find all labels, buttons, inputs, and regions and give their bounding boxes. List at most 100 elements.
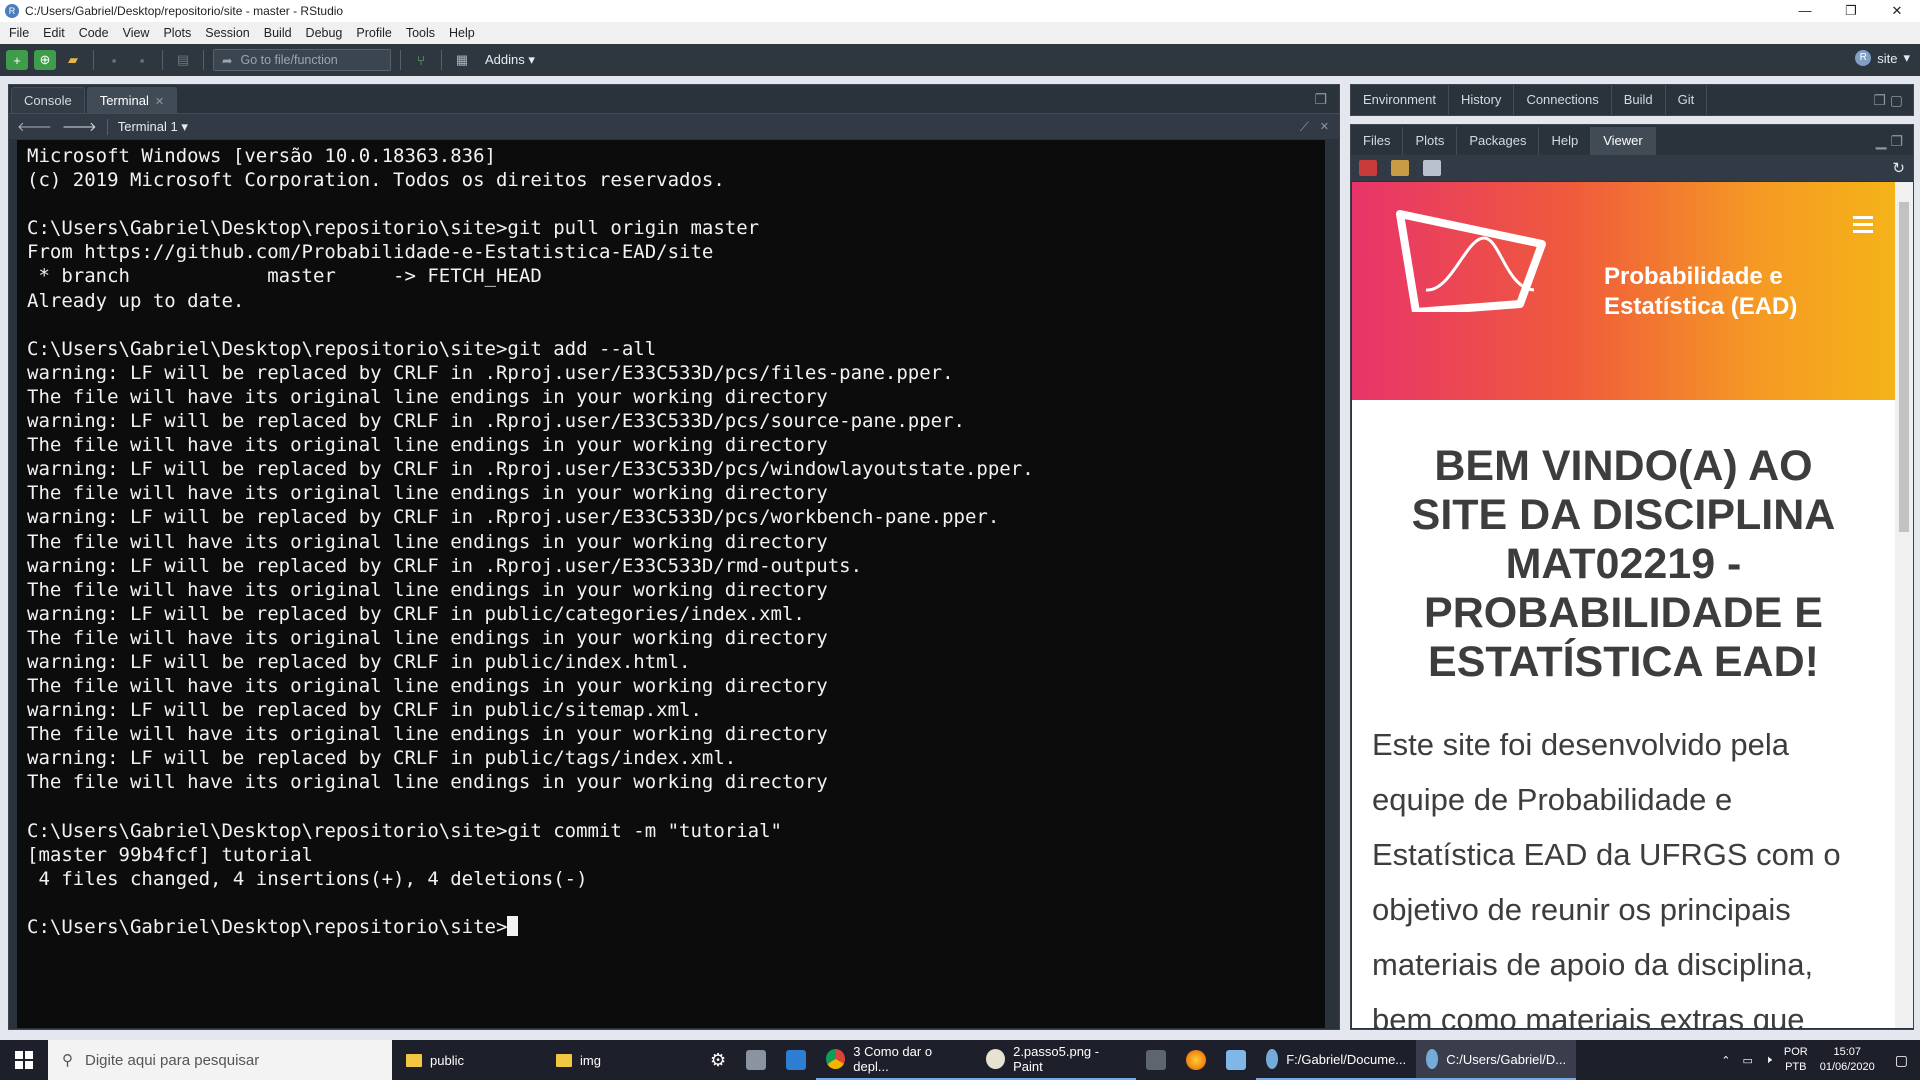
- taskbar-calculator[interactable]: [1136, 1040, 1176, 1080]
- terminal-line: The file will have its original line end…: [27, 675, 828, 698]
- notifications-icon[interactable]: ▢: [1895, 1052, 1908, 1069]
- title-bar: R C:/Users/Gabriel/Desktop/repositorio/s…: [0, 0, 1920, 22]
- taskbar-store[interactable]: [776, 1040, 816, 1080]
- scrollbar-thumb[interactable]: [1899, 202, 1909, 532]
- viewer-toolbar: ↻: [1351, 155, 1913, 181]
- save-icon[interactable]: ▪: [103, 50, 125, 70]
- tab-console[interactable]: Console: [11, 87, 85, 113]
- menu-build[interactable]: Build: [259, 26, 301, 40]
- taskbar-item-chrome[interactable]: 3 Como dar o depl...: [816, 1040, 977, 1080]
- windows-logo-icon: [15, 1051, 33, 1069]
- tab-help[interactable]: Help: [1539, 127, 1592, 155]
- maximize-button[interactable]: ❐: [1828, 0, 1874, 22]
- tab-build[interactable]: Build: [1611, 85, 1666, 115]
- addins-menu[interactable]: Addins ▾: [485, 52, 535, 68]
- taskbar-firefox[interactable]: [1176, 1040, 1216, 1080]
- start-button[interactable]: [0, 1040, 48, 1080]
- taskbar-settings[interactable]: ⚙: [700, 1040, 736, 1080]
- tab-environment[interactable]: Environment: [1351, 85, 1449, 115]
- menu-edit[interactable]: Edit: [38, 26, 74, 40]
- taskbar-search[interactable]: ⚲ Digite aqui para pesquisar: [48, 1040, 392, 1080]
- viewer-scrollbar[interactable]: [1895, 182, 1913, 1028]
- rstudio-icon: [1426, 1049, 1439, 1069]
- minimize-button[interactable]: —: [1782, 0, 1828, 22]
- search-placeholder: Digite aqui para pesquisar: [85, 1051, 260, 1069]
- project-label: site: [1877, 50, 1898, 66]
- terminal-output[interactable]: Microsoft Windows [versão 10.0.18363.836…: [17, 140, 1333, 1028]
- project-icon: R: [1855, 50, 1872, 66]
- menu-plots[interactable]: Plots: [158, 26, 200, 40]
- terminal-line: warning: LF will be replaced by CRLF in …: [27, 602, 805, 625]
- viewer-content[interactable]: Probabilidade e Estatística (EAD) BEM VI…: [1352, 182, 1895, 1028]
- export-icon[interactable]: [1423, 160, 1441, 176]
- save-all-icon[interactable]: ▪: [131, 50, 153, 70]
- taskbar-explorer[interactable]: [736, 1040, 776, 1080]
- tab-files[interactable]: Files: [1351, 127, 1404, 155]
- tab-viewer[interactable]: Viewer: [1591, 127, 1656, 155]
- tab-plots[interactable]: Plots: [1403, 127, 1458, 155]
- goto-file-function-input[interactable]: ➦ Go to file/function: [213, 49, 391, 71]
- taskbar-item-rstudio-1[interactable]: F:/Gabriel/Docume...: [1256, 1040, 1417, 1080]
- print-icon[interactable]: ▤: [172, 50, 194, 70]
- clock[interactable]: 15:07 01/06/2020: [1820, 1045, 1875, 1075]
- tab-terminal[interactable]: Terminal ✕: [86, 87, 178, 113]
- menu-code[interactable]: Code: [74, 26, 118, 40]
- clear-terminal-icon[interactable]: ⟋: [1300, 119, 1309, 135]
- maximize-pane-icon[interactable]: ▁ ❐: [1876, 133, 1903, 150]
- hamburger-menu-icon[interactable]: [1853, 216, 1873, 237]
- taskbar-item-img[interactable]: img: [546, 1040, 700, 1080]
- terminal-line: * branch master -> FETCH_HEAD: [27, 265, 542, 288]
- tab-history[interactable]: History: [1448, 85, 1515, 115]
- network-icon[interactable]: ▭: [1743, 1054, 1753, 1067]
- tab-connections[interactable]: Connections: [1514, 85, 1612, 115]
- terminal-line: Microsoft Windows [versão 10.0.18363.836…: [27, 145, 496, 167]
- chrome-icon: [826, 1049, 846, 1069]
- terminal-scrollbar[interactable]: [1325, 140, 1339, 1028]
- goto-arrow-icon: ➦: [222, 53, 233, 68]
- taskbar-item-public[interactable]: public: [392, 1040, 546, 1080]
- back-arrow-icon[interactable]: 🡐: [17, 119, 52, 135]
- terminal-selector[interactable]: Terminal 1 ▾: [106, 118, 188, 135]
- maximize-pane-icon[interactable]: ❐ ▢: [1873, 92, 1903, 109]
- chevron-up-icon[interactable]: ⌃: [1721, 1054, 1730, 1067]
- text-cursor: [507, 916, 519, 936]
- notepad-icon: [1226, 1050, 1247, 1070]
- menu-file[interactable]: File: [4, 26, 38, 40]
- language-indicator[interactable]: POR PTB: [1784, 1045, 1808, 1075]
- site-brand[interactable]: Probabilidade e Estatística (EAD): [1604, 262, 1797, 322]
- new-project-icon[interactable]: ⊕: [34, 50, 56, 70]
- terminal-line: The file will have its original line end…: [27, 723, 828, 746]
- taskbar-notepad[interactable]: [1216, 1040, 1256, 1080]
- close-terminal-icon[interactable]: ✕: [1320, 120, 1329, 133]
- refresh-icon[interactable]: ↻: [1892, 159, 1905, 177]
- project-menu[interactable]: R site ▾: [1855, 50, 1910, 66]
- terminal-prompt[interactable]: C:\Users\Gabriel\Desktop\repositorio\sit…: [27, 915, 1333, 939]
- clear-viewer-icon[interactable]: [1391, 160, 1409, 176]
- volume-icon[interactable]: 🕨: [1765, 1054, 1772, 1067]
- maximize-pane-icon[interactable]: ❐: [1314, 91, 1327, 108]
- taskbar-item-rstudio-2[interactable]: C:/Users/Gabriel/D...: [1416, 1040, 1577, 1080]
- tab-git[interactable]: Git: [1665, 85, 1708, 115]
- site-logo-icon[interactable]: [1396, 208, 1546, 312]
- new-file-icon[interactable]: +: [6, 50, 28, 70]
- close-button[interactable]: ✕: [1874, 0, 1920, 22]
- forward-arrow-icon[interactable]: 🡒: [62, 119, 97, 135]
- menu-session[interactable]: Session: [200, 26, 258, 40]
- terminal-line: The file will have its original line end…: [27, 530, 828, 553]
- open-file-icon[interactable]: ▰: [62, 50, 84, 70]
- menu-help[interactable]: Help: [444, 26, 484, 40]
- close-tab-icon[interactable]: ✕: [155, 96, 164, 108]
- pane-layout-icon[interactable]: ▦: [451, 50, 473, 70]
- menu-profile[interactable]: Profile: [351, 26, 400, 40]
- rstudio-icon: R: [5, 4, 19, 18]
- vcs-icon[interactable]: ⑂: [410, 50, 432, 70]
- paint-icon: [986, 1049, 1006, 1069]
- remove-viewer-icon[interactable]: [1359, 160, 1377, 176]
- menu-debug[interactable]: Debug: [301, 26, 352, 40]
- gear-icon: ⚙: [710, 1049, 727, 1070]
- tab-packages[interactable]: Packages: [1457, 127, 1540, 155]
- taskbar-item-paint[interactable]: 2.passo5.png - Paint: [976, 1040, 1137, 1080]
- menu-view[interactable]: View: [118, 26, 159, 40]
- brand-line-1: Probabilidade e: [1604, 263, 1783, 290]
- menu-tools[interactable]: Tools: [401, 26, 444, 40]
